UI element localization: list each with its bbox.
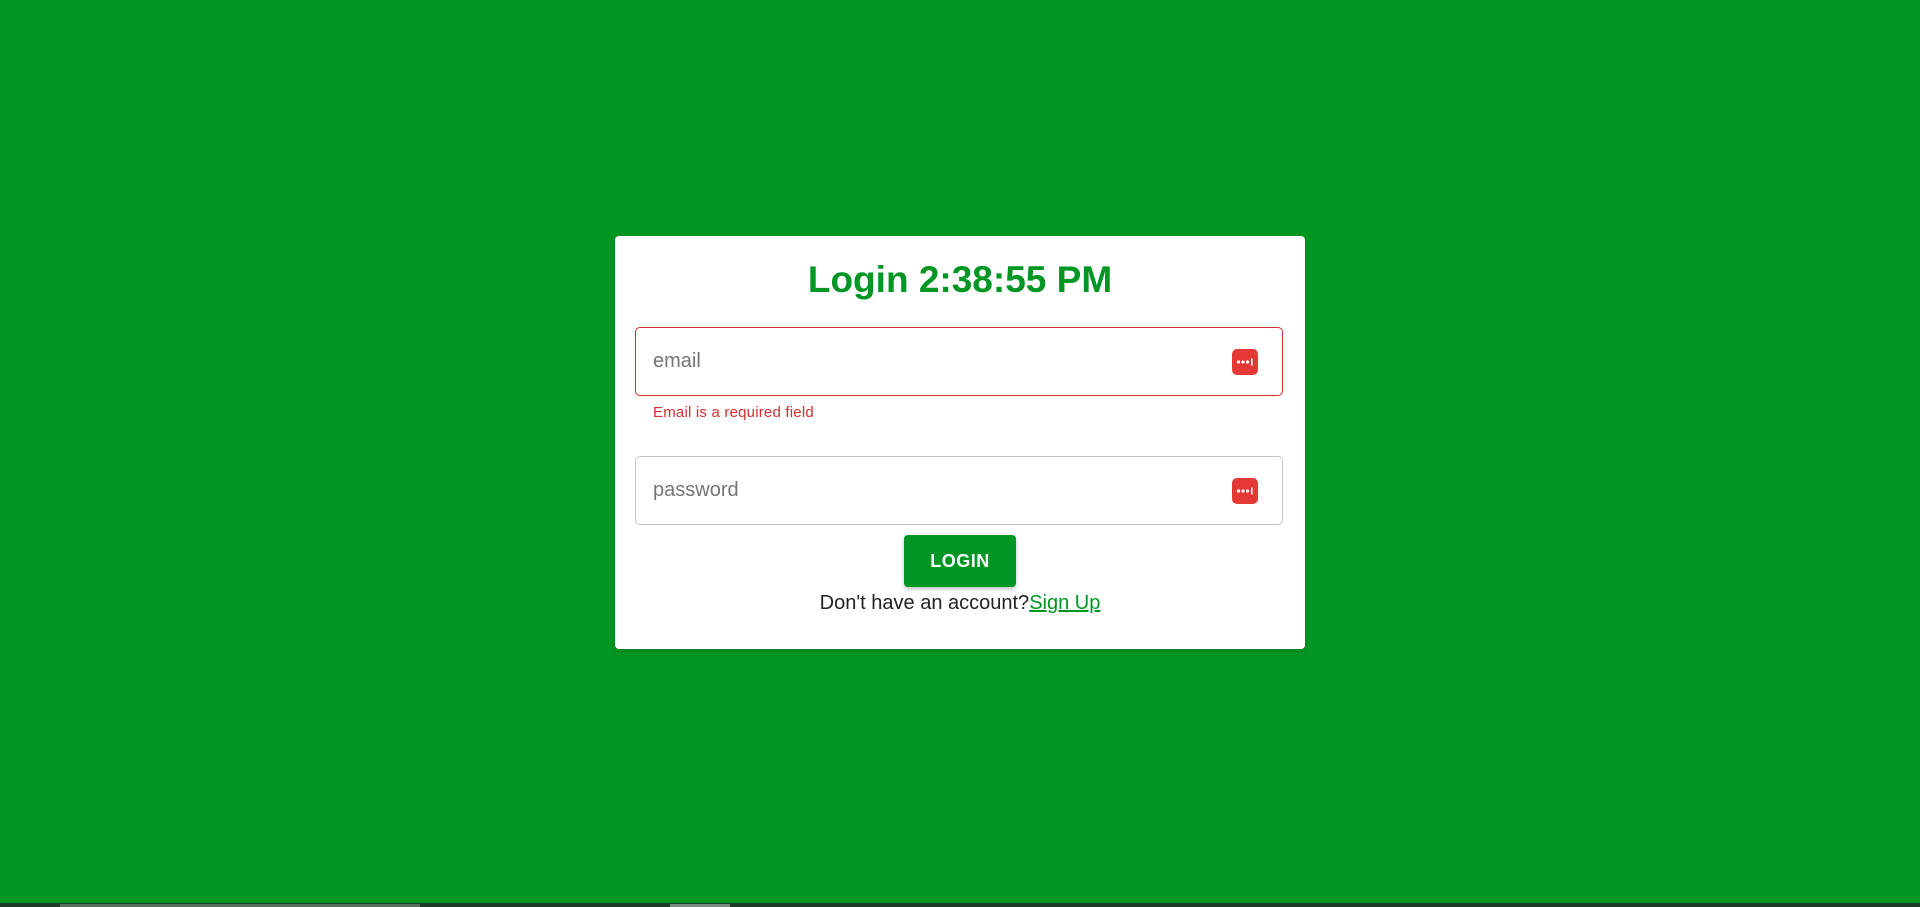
login-card: Login 2:38:55 PM Email is a required fie…	[615, 236, 1305, 649]
password-field[interactable]	[635, 456, 1283, 525]
email-field[interactable]	[635, 327, 1283, 396]
page-background: Login 2:38:55 PM Email is a required fie…	[0, 0, 1920, 903]
signup-prompt: Don't have an account?	[819, 592, 1030, 614]
dots-icon	[1236, 487, 1253, 494]
taskbar-strip	[0, 903, 1920, 907]
login-title: Login 2:38:55 PM	[807, 259, 1113, 300]
login-button[interactable]: LOGIN	[904, 535, 1016, 587]
dots-icon	[1236, 358, 1253, 365]
password-manager-icon[interactable]	[1232, 348, 1258, 375]
password-input[interactable]	[653, 457, 1213, 524]
password-manager-icon[interactable]	[1232, 477, 1258, 504]
email-input[interactable]	[653, 328, 1213, 395]
signup-row: Don't have an account?Sign Up	[615, 592, 1305, 615]
signup-link[interactable]: Sign Up	[1029, 592, 1100, 614]
email-error-text: Email is a required field	[653, 404, 814, 421]
